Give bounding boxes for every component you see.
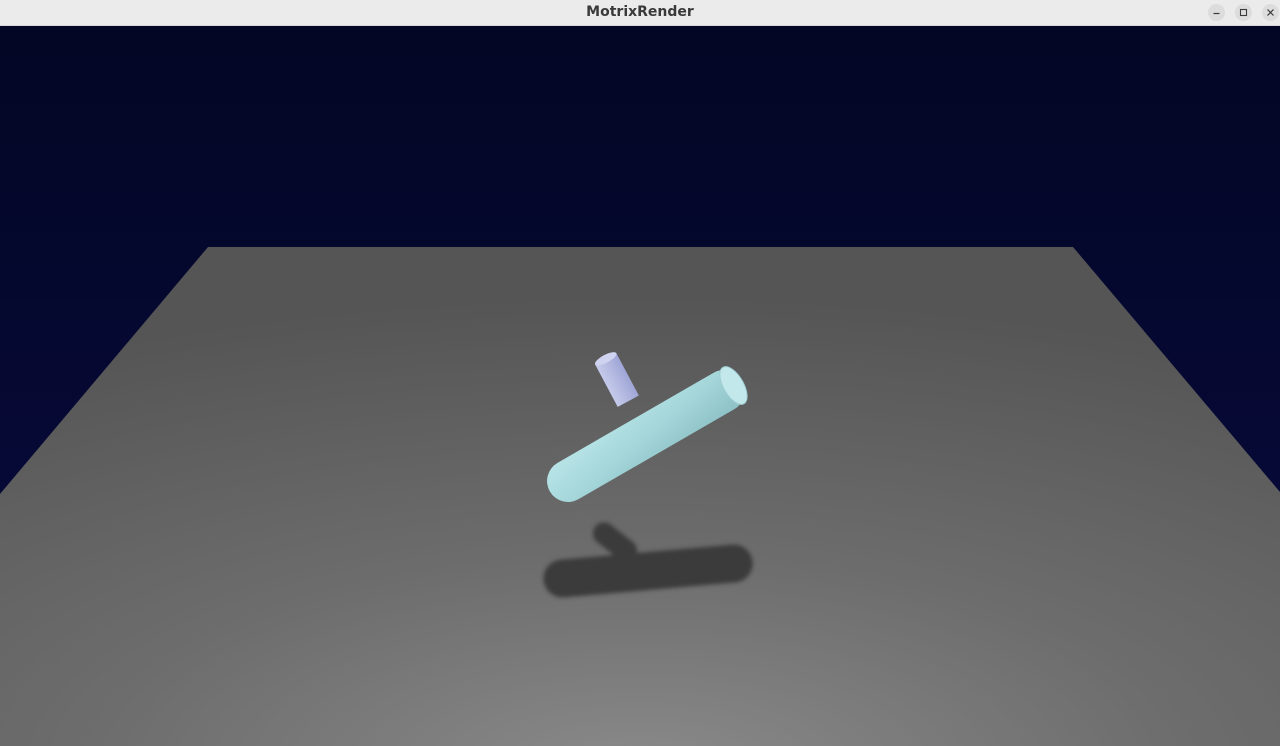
- minimize-button[interactable]: [1208, 4, 1225, 21]
- scene-canvas[interactable]: [0, 26, 1280, 746]
- minimize-icon: [1213, 12, 1220, 15]
- maximize-icon: [1239, 8, 1248, 17]
- maximize-button[interactable]: [1235, 4, 1252, 21]
- window-title: MotrixRender: [586, 4, 694, 20]
- close-icon: [1267, 9, 1274, 16]
- close-button[interactable]: [1262, 4, 1279, 21]
- render-viewport[interactable]: [0, 26, 1280, 746]
- title-bar[interactable]: MotrixRender: [0, 0, 1280, 26]
- floor-plane: [0, 247, 1280, 746]
- app-window: MotrixRender: [0, 0, 1280, 746]
